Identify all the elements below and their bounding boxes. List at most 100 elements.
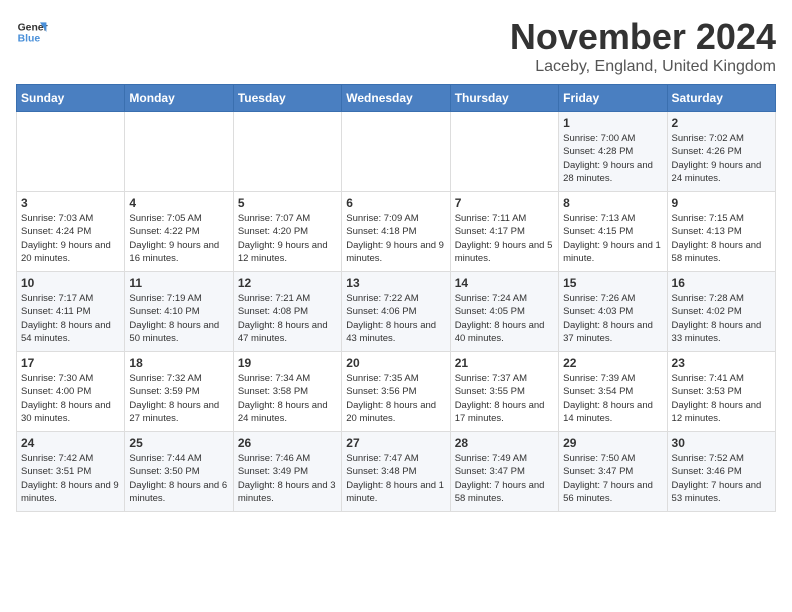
day-number: 17 [21,356,120,370]
day-number: 4 [129,196,228,210]
day-number: 10 [21,276,120,290]
logo-icon: General Blue [16,16,48,48]
day-number: 21 [455,356,554,370]
calendar-cell: 24Sunrise: 7:42 AM Sunset: 3:51 PM Dayli… [17,432,125,512]
day-info: Sunrise: 7:44 AM Sunset: 3:50 PM Dayligh… [129,452,228,505]
weekday-header-tuesday: Tuesday [233,85,341,112]
day-info: Sunrise: 7:46 AM Sunset: 3:49 PM Dayligh… [238,452,337,505]
calendar-cell: 27 Sunrise: 7:47 AM Sunset: 3:48 PM Dayli… [342,432,450,512]
calendar-cell: 18Sunrise: 7:32 AM Sunset: 3:59 PM Dayli… [125,352,233,432]
calendar-cell: 29Sunrise: 7:50 AM Sunset: 3:47 PM Dayli… [559,432,667,512]
weekday-header-sunday: Sunday [17,85,125,112]
calendar-cell: 12 Sunrise: 7:21 AM Sunset: 4:08 PM Dayli… [233,272,341,352]
calendar-table: SundayMondayTuesdayWednesdayThursdayFrid… [16,84,776,512]
day-number: 23 [672,356,771,370]
calendar-cell: 8Sunrise: 7:13 AM Sunset: 4:15 PM Daylig… [559,192,667,272]
day-info: Sunrise: 7:37 AM Sunset: 3:55 PM Dayligh… [455,372,554,425]
logo: General Blue [16,16,48,48]
day-info: Sunrise: 7:03 AM Sunset: 4:24 PM Dayligh… [21,212,120,265]
calendar-cell: 11Sunrise: 7:19 AM Sunset: 4:10 PM Dayli… [125,272,233,352]
weekday-header-friday: Friday [559,85,667,112]
day-number: 30 [672,436,771,450]
title-block: November 2024 Laceby, England, United Ki… [510,16,776,76]
calendar-week-row: 10Sunrise: 7:17 AM Sunset: 4:11 PM Dayli… [17,272,776,352]
day-number: 26 [238,436,337,450]
location: Laceby, England, United Kingdom [510,58,776,76]
day-info: Sunrise: 7:26 AM Sunset: 4:03 PM Dayligh… [563,292,662,345]
day-info: Sunrise: 7:02 AM Sunset: 4:26 PM Dayligh… [672,132,771,185]
day-info: Sunrise: 7:21 AM Sunset: 4:08 PM Dayligh… [238,292,337,345]
day-number: 2 [672,116,771,130]
calendar-cell: 25 Sunrise: 7:44 AM Sunset: 3:50 PM Dayli… [125,432,233,512]
day-info: Sunrise: 7:41 AM Sunset: 3:53 PM Dayligh… [672,372,771,425]
calendar-cell [233,112,341,192]
calendar-cell [125,112,233,192]
calendar-cell: 15 Sunrise: 7:26 AM Sunset: 4:03 PM Dayli… [559,272,667,352]
day-number: 20 [346,356,445,370]
day-info: Sunrise: 7:34 AM Sunset: 3:58 PM Dayligh… [238,372,337,425]
weekday-header-saturday: Saturday [667,85,775,112]
day-info: Sunrise: 7:47 AM Sunset: 3:48 PM Dayligh… [346,452,445,505]
day-info: Sunrise: 7:39 AM Sunset: 3:54 PM Dayligh… [563,372,662,425]
day-number: 22 [563,356,662,370]
calendar-cell: 5Sunrise: 7:07 AM Sunset: 4:20 PM Daylig… [233,192,341,272]
day-info: Sunrise: 7:09 AM Sunset: 4:18 PM Dayligh… [346,212,445,265]
month-title: November 2024 [510,16,776,58]
calendar-cell: 4 Sunrise: 7:05 AM Sunset: 4:22 PM Daylig… [125,192,233,272]
day-number: 29 [563,436,662,450]
calendar-cell: 21 Sunrise: 7:37 AM Sunset: 3:55 PM Dayli… [450,352,558,432]
day-info: Sunrise: 7:00 AM Sunset: 4:28 PM Dayligh… [563,132,662,185]
day-info: Sunrise: 7:07 AM Sunset: 4:20 PM Dayligh… [238,212,337,265]
day-info: Sunrise: 7:19 AM Sunset: 4:10 PM Dayligh… [129,292,228,345]
calendar-cell: 2 Sunrise: 7:02 AM Sunset: 4:26 PM Daylig… [667,112,775,192]
calendar-cell: 28 Sunrise: 7:49 AM Sunset: 3:47 PM Dayli… [450,432,558,512]
day-info: Sunrise: 7:13 AM Sunset: 4:15 PM Dayligh… [563,212,662,265]
day-number: 7 [455,196,554,210]
calendar-week-row: 3Sunrise: 7:03 AM Sunset: 4:24 PM Daylig… [17,192,776,272]
calendar-cell: 19 Sunrise: 7:34 AM Sunset: 3:58 PM Dayli… [233,352,341,432]
day-info: Sunrise: 7:49 AM Sunset: 3:47 PM Dayligh… [455,452,554,505]
calendar-cell: 6 Sunrise: 7:09 AM Sunset: 4:18 PM Daylig… [342,192,450,272]
calendar-cell: 26 Sunrise: 7:46 AM Sunset: 3:49 PM Dayli… [233,432,341,512]
calendar-cell: 17 Sunrise: 7:30 AM Sunset: 4:00 PM Dayli… [17,352,125,432]
calendar-week-row: 17 Sunrise: 7:30 AM Sunset: 4:00 PM Dayli… [17,352,776,432]
day-number: 12 [238,276,337,290]
calendar-cell: 7 Sunrise: 7:11 AM Sunset: 4:17 PM Daylig… [450,192,558,272]
day-info: Sunrise: 7:15 AM Sunset: 4:13 PM Dayligh… [672,212,771,265]
day-info: Sunrise: 7:32 AM Sunset: 3:59 PM Dayligh… [129,372,228,425]
calendar-cell: 13 Sunrise: 7:22 AM Sunset: 4:06 PM Dayli… [342,272,450,352]
weekday-header-monday: Monday [125,85,233,112]
calendar-week-row: 24Sunrise: 7:42 AM Sunset: 3:51 PM Dayli… [17,432,776,512]
day-number: 15 [563,276,662,290]
weekday-header-row: SundayMondayTuesdayWednesdayThursdayFrid… [17,85,776,112]
calendar-cell [342,112,450,192]
day-info: Sunrise: 7:30 AM Sunset: 4:00 PM Dayligh… [21,372,120,425]
day-number: 6 [346,196,445,210]
calendar-cell: 14Sunrise: 7:24 AM Sunset: 4:05 PM Dayli… [450,272,558,352]
day-info: Sunrise: 7:11 AM Sunset: 4:17 PM Dayligh… [455,212,554,265]
day-number: 24 [21,436,120,450]
day-number: 14 [455,276,554,290]
calendar-cell: 10Sunrise: 7:17 AM Sunset: 4:11 PM Dayli… [17,272,125,352]
calendar-cell [17,112,125,192]
day-number: 25 [129,436,228,450]
day-number: 28 [455,436,554,450]
calendar-cell [450,112,558,192]
day-number: 9 [672,196,771,210]
day-number: 19 [238,356,337,370]
day-number: 13 [346,276,445,290]
svg-text:Blue: Blue [18,34,41,45]
calendar-cell: 3Sunrise: 7:03 AM Sunset: 4:24 PM Daylig… [17,192,125,272]
day-info: Sunrise: 7:52 AM Sunset: 3:46 PM Dayligh… [672,452,771,505]
day-info: Sunrise: 7:22 AM Sunset: 4:06 PM Dayligh… [346,292,445,345]
weekday-header-thursday: Thursday [450,85,558,112]
calendar-cell: 20 Sunrise: 7:35 AM Sunset: 3:56 PM Dayli… [342,352,450,432]
day-number: 27 [346,436,445,450]
day-info: Sunrise: 7:05 AM Sunset: 4:22 PM Dayligh… [129,212,228,265]
calendar-cell: 30 Sunrise: 7:52 AM Sunset: 3:46 PM Dayli… [667,432,775,512]
day-info: Sunrise: 7:35 AM Sunset: 3:56 PM Dayligh… [346,372,445,425]
calendar-week-row: 1Sunrise: 7:00 AM Sunset: 4:28 PM Daylig… [17,112,776,192]
calendar-cell: 9 Sunrise: 7:15 AM Sunset: 4:13 PM Daylig… [667,192,775,272]
calendar-cell: 16Sunrise: 7:28 AM Sunset: 4:02 PM Dayli… [667,272,775,352]
calendar-cell: 22 Sunrise: 7:39 AM Sunset: 3:54 PM Dayli… [559,352,667,432]
